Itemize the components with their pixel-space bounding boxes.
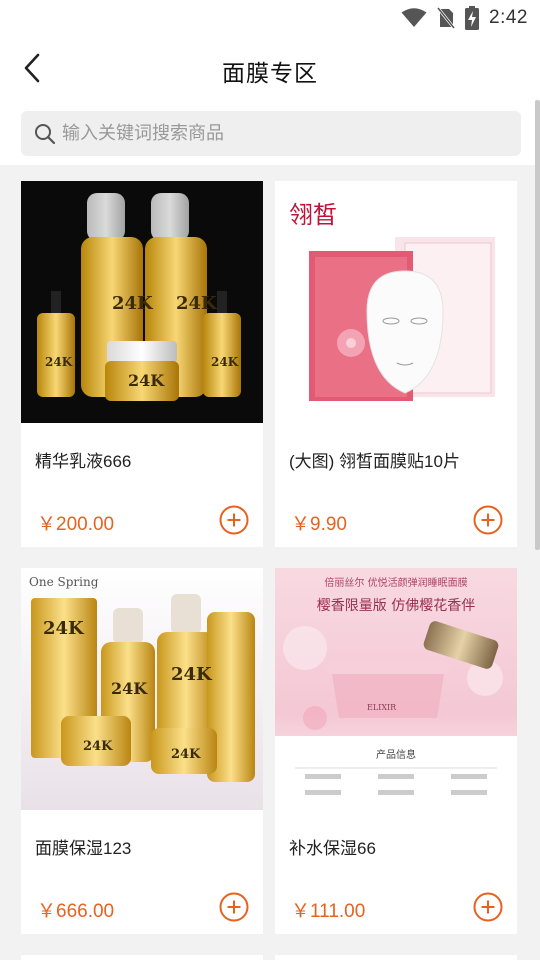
product-name[interactable]: 精华乳液666 [35,447,131,472]
product-label-text: 24K [111,679,148,698]
info-title: 产品信息 [376,748,416,761]
product-name[interactable]: (大图) 翎皙面膜贴10片 [289,447,460,472]
search-box[interactable] [21,111,521,156]
add-to-cart-icon[interactable] [473,892,503,922]
scrollbar[interactable] [535,100,540,550]
search-input[interactable] [62,113,502,154]
brand-logo-text: 翎皙 [289,201,337,229]
status-time: 2:42 [489,7,528,28]
product-card-partial[interactable] [275,955,517,960]
product-label-text: 24K [176,293,218,314]
product-label-text: 24K [43,618,85,639]
product-image-gold-serum-set[interactable]: 24K 24K 24K 24K 24K [21,181,263,423]
product-image-cherry-blossom-cream[interactable]: 倍丽丝尔 优悦活颜弹润睡眠面膜 樱香限量版 仿佛樱花香伴 ELIXIR 产品信息 [275,568,517,810]
product-price: ￥666.00 [37,901,115,922]
product-card[interactable]: 翎皙 (大图) 翎皙面膜贴10片 ￥9.90 [275,181,517,547]
product-image-gold-serum-collection[interactable]: One Spring 24K 24K 24K 24K 24K [21,568,263,810]
add-to-cart-icon[interactable] [219,892,249,922]
svg-text:ELIXIR: ELIXIR [367,703,397,712]
product-name[interactable]: 补水保湿66 [289,834,376,859]
search-bar [0,100,540,165]
product-label-text: 24K [211,355,239,369]
promo-headline: 樱香限量版 仿佛樱花香伴 [317,597,475,614]
page-title: 面膜专区 [222,60,318,86]
add-to-cart-icon[interactable] [473,505,503,535]
status-bar: 2:42 [0,0,540,36]
product-label-text: 24K [171,747,201,762]
product-price: ￥200.00 [37,514,115,535]
battery-charging-icon [465,6,480,30]
app-header: 面膜专区 [0,36,540,100]
promo-subhead: 倍丽丝尔 优悦活颜弹润睡眠面膜 [324,576,467,589]
product-price: ￥111.00 [291,901,366,922]
no-sim-icon [437,7,456,29]
product-card-partial[interactable] [21,955,263,960]
product-label-text: 24K [83,739,113,754]
product-card[interactable]: 倍丽丝尔 优悦活颜弹润睡眠面膜 樱香限量版 仿佛樱花香伴 ELIXIR 产品信息 [275,568,517,934]
product-price: ￥9.90 [291,514,347,535]
next-product-row [21,955,517,960]
product-image-pink-sheet-mask[interactable]: 翎皙 [275,181,517,423]
product-card[interactable]: One Spring 24K 24K 24K 24K 24K 面膜保湿123 ￥… [21,568,263,934]
product-label-text: 24K [112,293,154,314]
wifi-icon [401,8,427,27]
product-card[interactable]: 24K 24K 24K 24K 24K 精华乳液666 ￥200.00 [21,181,263,547]
status-icons: 2:42 [401,6,528,30]
product-label-text: 24K [45,355,73,369]
product-grid: 24K 24K 24K 24K 24K 精华乳液666 ￥200.00 翎皙 (… [21,181,517,934]
product-label-text: 24K [171,664,213,685]
brand-logo-text: One Spring [29,575,99,589]
search-icon [35,123,56,144]
product-name[interactable]: 面膜保湿123 [35,834,131,859]
product-label-text: 24K [128,371,165,390]
add-to-cart-icon[interactable] [219,505,249,535]
